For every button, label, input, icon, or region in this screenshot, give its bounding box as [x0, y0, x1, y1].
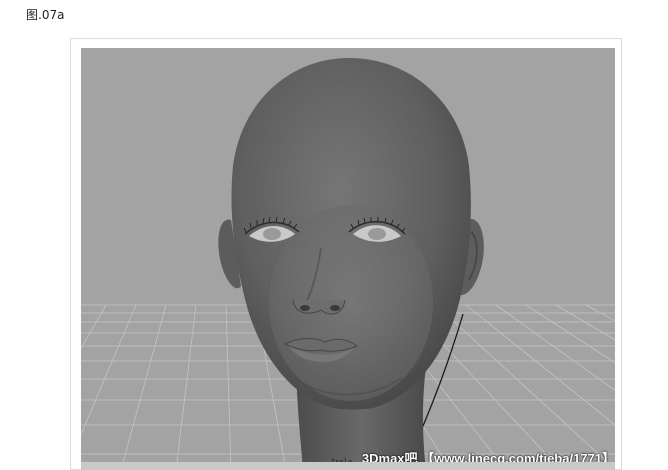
figure-caption: 图.07a — [26, 8, 65, 22]
maya-viewport[interactable]: Isola 3Dmax吧 【www.linecg.com/tieba/1771】 — [81, 48, 615, 470]
viewport-render — [81, 58, 615, 470]
frame-bottom-edge — [81, 462, 615, 470]
